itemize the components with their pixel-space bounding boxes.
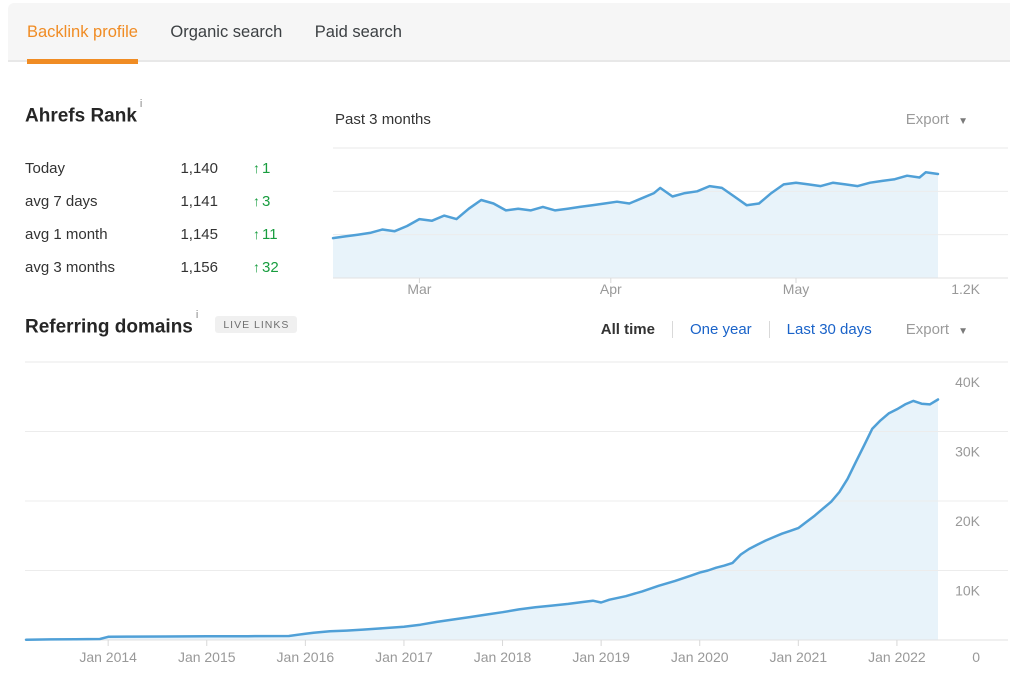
y-axis-label: 40K bbox=[955, 374, 981, 390]
x-axis-label: Jan 2022 bbox=[868, 649, 926, 665]
x-axis-label: Jan 2017 bbox=[375, 649, 433, 665]
y-axis-label: 10K bbox=[955, 583, 981, 599]
x-axis-label: Jan 2015 bbox=[178, 649, 236, 665]
x-axis-label: Jan 2019 bbox=[572, 649, 630, 665]
x-axis-label: Jan 2021 bbox=[770, 649, 828, 665]
y-axis-label: 0 bbox=[972, 649, 980, 665]
x-axis-label: Jan 2016 bbox=[277, 649, 335, 665]
y-axis-label: 20K bbox=[955, 513, 981, 529]
site-explorer-overview-panel: Backlink profile Organic search Paid sea… bbox=[0, 0, 1010, 691]
x-axis-label: Jan 2018 bbox=[474, 649, 532, 665]
y-axis-label: 30K bbox=[955, 444, 981, 460]
referring-domains-chart[interactable]: 40K 30K 20K 10K 0 Jan 2014 Jan 2015 Jan 2016 Jan… bbox=[0, 0, 1010, 691]
x-axis-label: Jan 2014 bbox=[79, 649, 137, 665]
x-axis-label: Jan 2020 bbox=[671, 649, 729, 665]
domains-area-fill bbox=[26, 400, 938, 641]
